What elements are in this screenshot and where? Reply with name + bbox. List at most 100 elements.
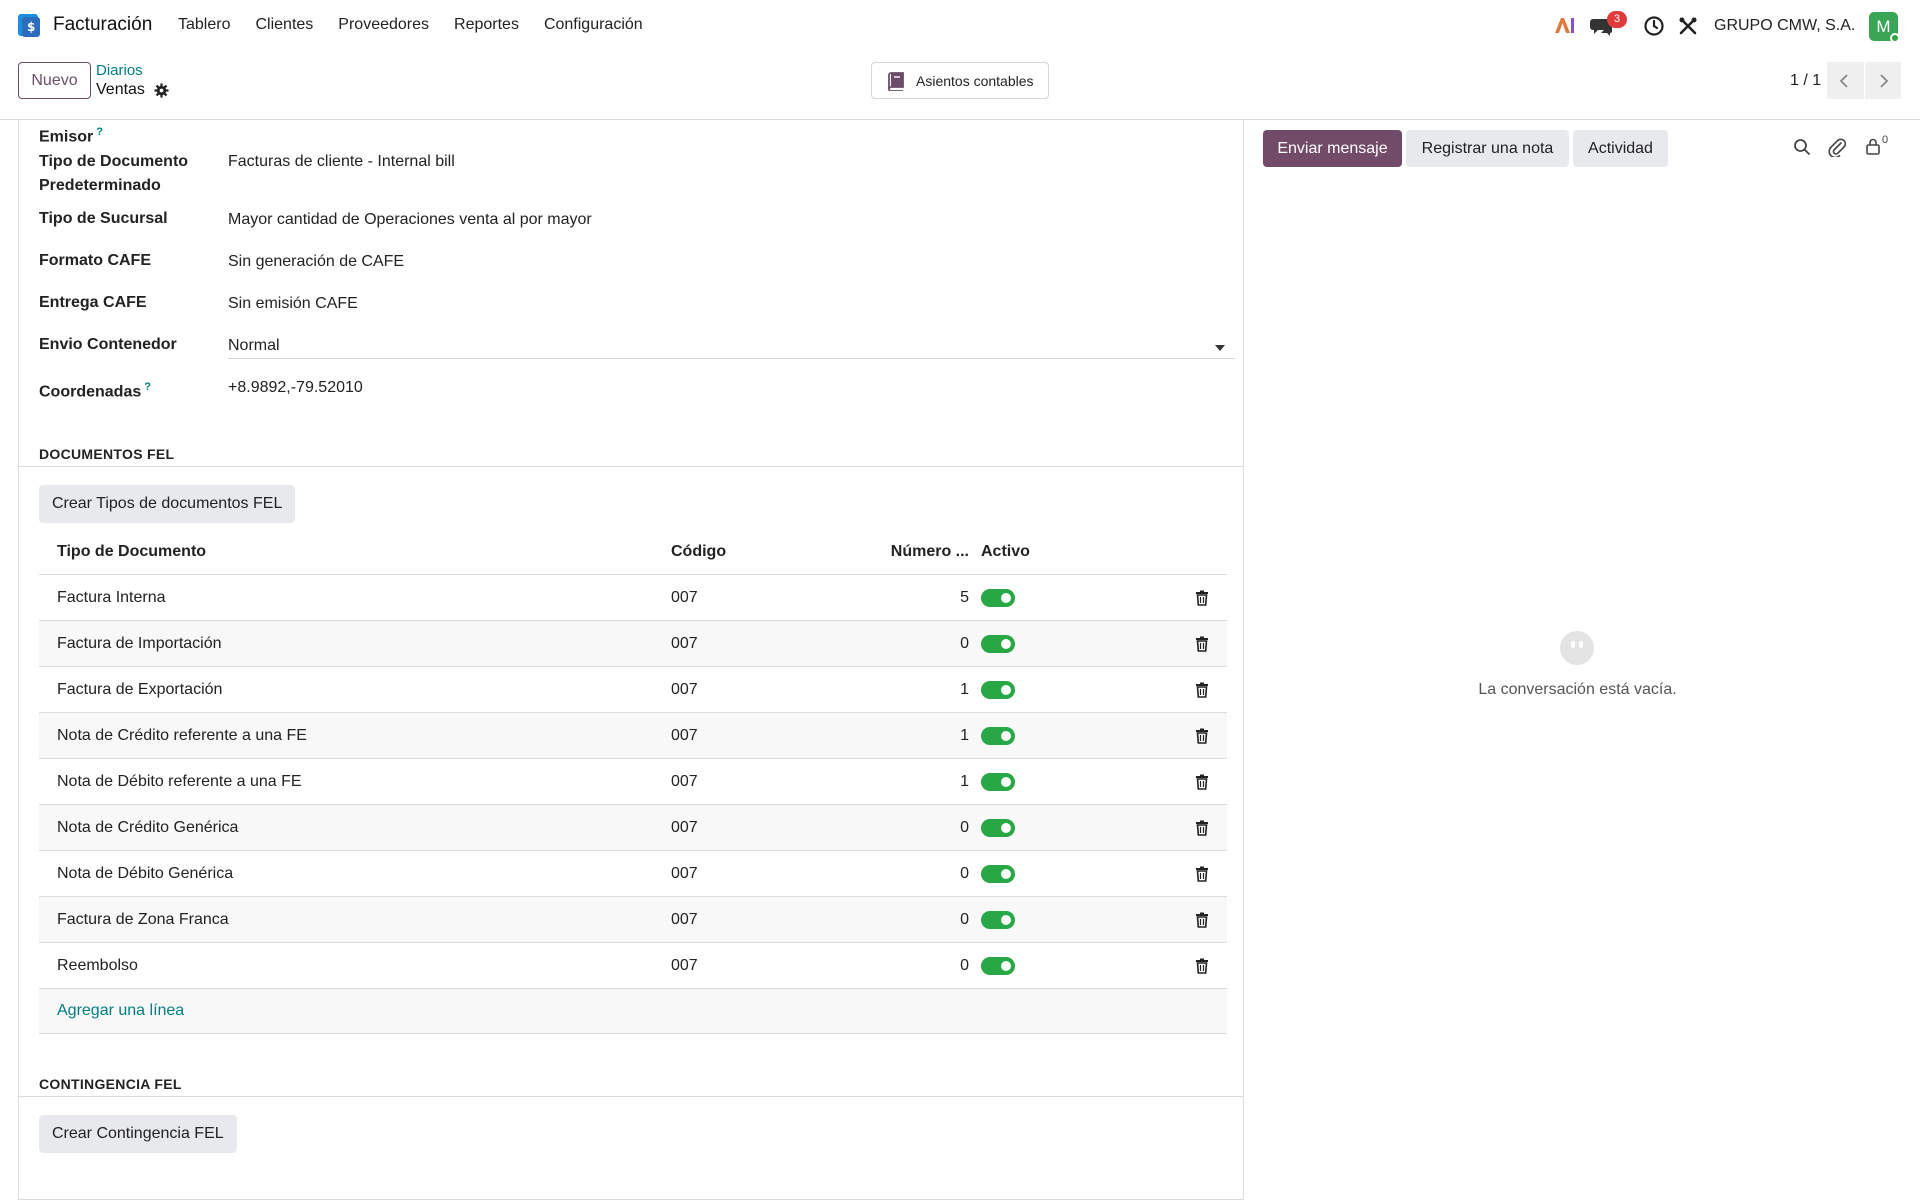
- documentos-fel-table: Tipo de Documento Código Número ... Acti…: [39, 530, 1227, 1034]
- log-note-button[interactable]: Registrar una nota: [1406, 130, 1569, 167]
- active-toggle[interactable]: [981, 680, 1015, 699]
- svg-text:$: $: [27, 20, 35, 34]
- chevron-right-icon: [1880, 73, 1889, 88]
- envio-contenedor-select[interactable]: Normal: [228, 334, 280, 358]
- cell-tipo-documento: Factura de Importación: [57, 634, 222, 652]
- table-row[interactable]: Factura Interna 007 5: [39, 575, 1227, 621]
- table-row[interactable]: Nota de Crédito referente a una FE 007 1: [39, 713, 1227, 759]
- empty-conversation-icon: [1560, 631, 1594, 665]
- envio-contenedor-label: Envio Contenedor: [39, 336, 177, 353]
- formato-cafe-label: Formato CAFE: [39, 252, 151, 269]
- cell-numero: 1: [960, 680, 969, 698]
- followers-count: 0: [1882, 134, 1889, 146]
- pager-next-button[interactable]: [1864, 62, 1901, 99]
- active-toggle[interactable]: [981, 772, 1015, 791]
- app-name[interactable]: Facturación: [53, 14, 152, 36]
- cell-codigo: 007: [671, 634, 698, 652]
- column-tipo-documento[interactable]: Tipo de Documento: [39, 543, 671, 561]
- journal-entries-label: Asientos contables: [916, 72, 1034, 89]
- table-row[interactable]: Factura de Importación 007 0: [39, 621, 1227, 667]
- coordenadas-value[interactable]: +8.9892,-79.52010: [228, 376, 363, 400]
- help-icon[interactable]: ?: [96, 126, 103, 138]
- journal-entries-button[interactable]: Asientos contables: [871, 62, 1049, 99]
- menu-configuracion[interactable]: Configuración: [544, 16, 643, 34]
- send-message-button[interactable]: Enviar mensaje: [1263, 130, 1402, 167]
- pager-previous-button[interactable]: [1827, 62, 1864, 99]
- cell-codigo: 007: [671, 910, 698, 928]
- table-row[interactable]: Nota de Crédito Genérica 007 0: [39, 805, 1227, 851]
- menu-reportes[interactable]: Reportes: [454, 16, 519, 34]
- menu-tablero[interactable]: Tablero: [178, 16, 230, 34]
- create-contingencia-button[interactable]: Crear Contingencia FEL: [39, 1115, 237, 1153]
- trash-icon[interactable]: [1195, 636, 1209, 652]
- gear-icon[interactable]: [154, 83, 169, 98]
- table-row[interactable]: Nota de Débito referente a una FE 007 1: [39, 759, 1227, 805]
- trash-icon[interactable]: [1195, 820, 1209, 836]
- formato-cafe-value[interactable]: Sin generación de CAFE: [228, 250, 404, 274]
- ai-icon[interactable]: [1553, 15, 1577, 35]
- active-toggle[interactable]: [981, 910, 1015, 929]
- create-fel-doc-types-button[interactable]: Crear Tipos de documentos FEL: [39, 485, 296, 523]
- add-line-link[interactable]: Agregar una línea: [39, 989, 1227, 1034]
- cell-numero: 0: [960, 818, 969, 836]
- column-numero[interactable]: Número ...: [841, 543, 977, 561]
- paperclip-icon[interactable]: [1828, 137, 1846, 157]
- active-toggle[interactable]: [981, 726, 1015, 745]
- cell-codigo: 007: [671, 956, 698, 974]
- menu-clientes[interactable]: Clientes: [255, 16, 313, 34]
- cell-tipo-documento: Factura Interna: [57, 588, 166, 606]
- trash-icon[interactable]: [1195, 866, 1209, 882]
- chatter-panel: Enviar mensaje Registrar una nota Activi…: [1245, 120, 1920, 1200]
- company-switcher[interactable]: GRUPO CMW, S.A.: [1714, 17, 1855, 35]
- breadcrumb-parent[interactable]: Diarios: [96, 62, 143, 79]
- documentos-fel-title: DOCUMENTOS FEL: [39, 446, 175, 462]
- form-sheet: Emisor? Tipo de Documento Predeterminado…: [18, 120, 1244, 1200]
- table-row[interactable]: Reembolso 007 0: [39, 943, 1227, 989]
- table-body: Factura Interna 007 5 Factura de Importació…: [39, 575, 1227, 989]
- entrega-cafe-value[interactable]: Sin emisión CAFE: [228, 292, 358, 316]
- coordenadas-label: Coordenadas?: [39, 381, 151, 401]
- active-toggle[interactable]: [981, 818, 1015, 837]
- table-row[interactable]: Nota de Débito Genérica 007 0: [39, 851, 1227, 897]
- activity-button[interactable]: Actividad: [1573, 130, 1668, 167]
- column-codigo[interactable]: Código: [671, 543, 841, 561]
- cell-tipo-documento: Nota de Débito Genérica: [57, 864, 234, 882]
- cell-codigo: 007: [671, 864, 698, 882]
- cell-numero: 0: [960, 910, 969, 928]
- trash-icon[interactable]: [1195, 958, 1209, 974]
- contingencia-fel-title: CONTINGENCIA FEL: [39, 1076, 182, 1092]
- new-button[interactable]: Nuevo: [18, 62, 91, 99]
- cell-codigo: 007: [671, 680, 698, 698]
- tipo-documento-value[interactable]: Facturas de cliente - Internal bill: [228, 150, 455, 174]
- active-toggle[interactable]: [981, 588, 1015, 607]
- help-icon[interactable]: ?: [144, 381, 151, 393]
- table-row[interactable]: Factura de Zona Franca 007 0: [39, 897, 1227, 943]
- online-status-dot: [1890, 33, 1900, 43]
- tools-icon[interactable]: [1677, 15, 1699, 37]
- trash-icon[interactable]: [1195, 774, 1209, 790]
- trash-icon[interactable]: [1195, 728, 1209, 744]
- cell-tipo-documento: Factura de Exportación: [57, 680, 223, 698]
- trash-icon[interactable]: [1195, 682, 1209, 698]
- search-icon[interactable]: [1793, 138, 1811, 156]
- menu-proveedores[interactable]: Proveedores: [338, 16, 429, 34]
- cell-numero: 0: [960, 864, 969, 882]
- cell-numero: 1: [960, 726, 969, 744]
- table-row[interactable]: Factura de Exportación 007 1: [39, 667, 1227, 713]
- caret-down-icon[interactable]: [1215, 345, 1225, 351]
- cell-numero: 5: [960, 588, 969, 606]
- pager-value[interactable]: 1 / 1: [1790, 72, 1821, 90]
- invoicing-app-icon[interactable]: $: [16, 12, 42, 38]
- trash-icon[interactable]: [1195, 590, 1209, 606]
- book-icon: [888, 71, 904, 91]
- clock-icon[interactable]: [1643, 15, 1665, 37]
- column-activo[interactable]: Activo: [977, 543, 1177, 561]
- followers-lock-icon[interactable]: [1865, 137, 1881, 156]
- select-underline: [228, 358, 1235, 359]
- active-toggle[interactable]: [981, 864, 1015, 883]
- tipo-sucursal-value[interactable]: Mayor cantidad de Operaciones venta al p…: [228, 208, 592, 232]
- cell-tipo-documento: Nota de Débito referente a una FE: [57, 772, 302, 790]
- active-toggle[interactable]: [981, 634, 1015, 653]
- trash-icon[interactable]: [1195, 912, 1209, 928]
- active-toggle[interactable]: [981, 956, 1015, 975]
